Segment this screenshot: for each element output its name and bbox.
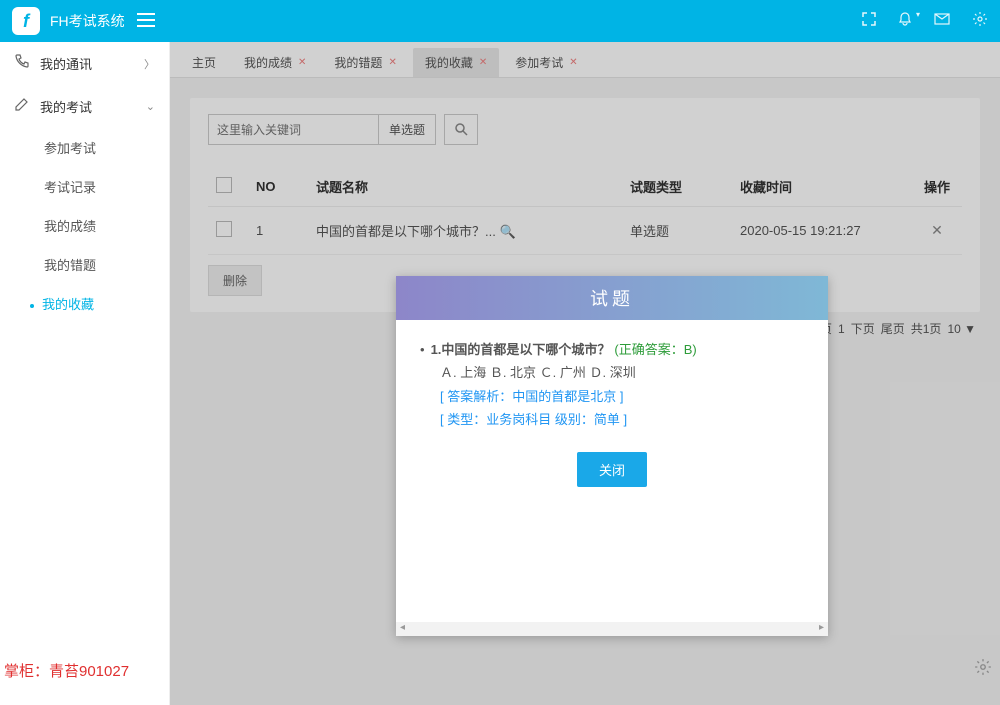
modal-title: 试题 (396, 276, 828, 320)
question-title: 中国的首都是以下哪个城市？ (441, 338, 610, 361)
answer-analysis: [ 答案解析：中国的首都是北京 ] (440, 385, 804, 408)
app-title: FH考试系统 (50, 11, 125, 31)
gear-icon[interactable] (972, 11, 988, 32)
correct-answer: (正确答案：B) (614, 338, 696, 361)
chevron-down-icon: ⌄ (146, 100, 155, 113)
sidebar-item-contacts[interactable]: 我的通讯 〉 (0, 42, 169, 85)
sidebar-label: 我的考试 (40, 97, 92, 116)
sidebar-sub-favorites[interactable]: 我的收藏 (0, 284, 169, 323)
scroll-bar[interactable]: ◂▸ (396, 622, 828, 636)
mail-icon[interactable] (934, 12, 950, 30)
question-meta: [ 类型：业务岗科目 级别：简单 ] (440, 408, 804, 431)
bell-icon[interactable]: ▾ (898, 12, 912, 31)
modal-body: • 1. 中国的首都是以下哪个城市？ (正确答案：B) Ａ. 上海 Ｂ. 北京 … (396, 320, 828, 622)
settings-float-icon[interactable] (974, 658, 992, 681)
menu-toggle-icon[interactable] (137, 11, 155, 32)
topbar: f FH考试系统 ▾ (0, 0, 1000, 42)
question-number: 1. (431, 338, 442, 361)
sidebar-sub-wrong[interactable]: 我的错题 (0, 245, 169, 284)
app-logo: f (12, 7, 40, 35)
pencil-icon (14, 97, 32, 116)
sidebar-label: 我的通讯 (40, 54, 92, 73)
question-options: Ａ. 上海 Ｂ. 北京 Ｃ. 广州 Ｄ. 深圳 (440, 361, 804, 384)
sidebar-sub-exam-log[interactable]: 考试记录 (0, 167, 169, 206)
sidebar: 我的通讯 〉 我的考试 ⌄ 参加考试 考试记录 我的成绩 我的错题 我的收藏 (0, 42, 170, 705)
fullscreen-icon[interactable] (862, 12, 876, 31)
sidebar-sub-scores[interactable]: 我的成绩 (0, 206, 169, 245)
phone-icon (14, 54, 32, 73)
sidebar-sub-take-exam[interactable]: 参加考试 (0, 128, 169, 167)
chevron-right-icon: 〉 (144, 56, 155, 72)
sidebar-item-exam[interactable]: 我的考试 ⌄ (0, 85, 169, 128)
question-modal: 试题 • 1. 中国的首都是以下哪个城市？ (正确答案：B) Ａ. 上海 Ｂ. … (396, 276, 828, 636)
bullet-icon: • (420, 338, 425, 361)
close-button[interactable]: 关闭 (577, 452, 647, 487)
footer-note: 掌柜：青苔901027 (4, 660, 129, 681)
